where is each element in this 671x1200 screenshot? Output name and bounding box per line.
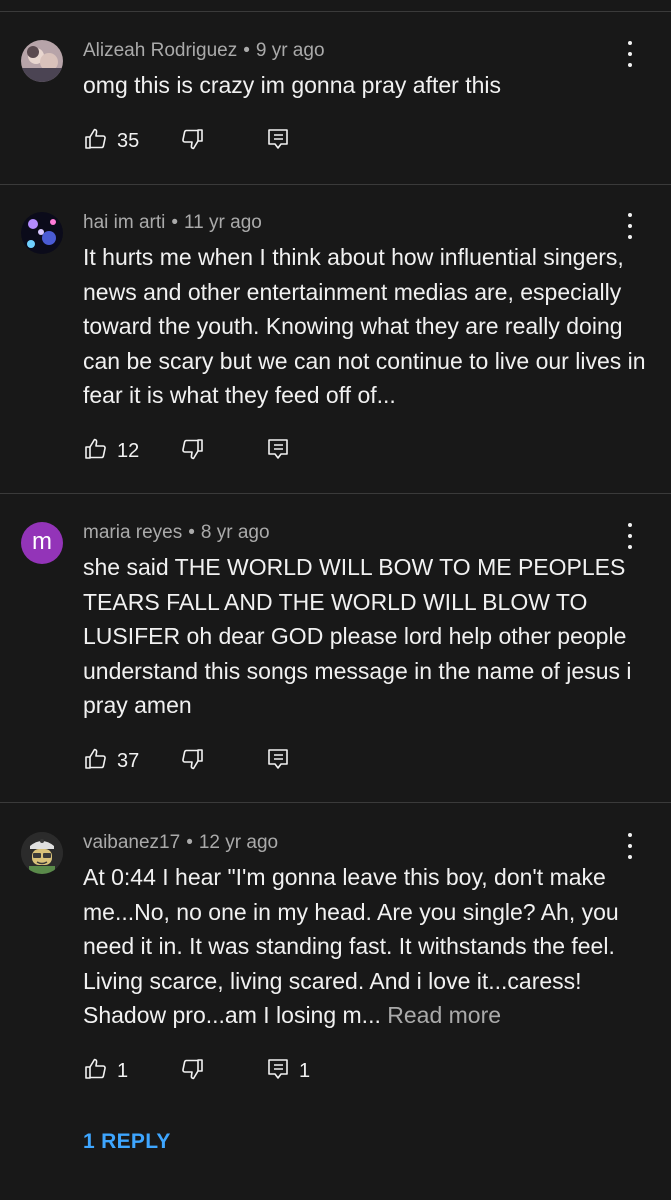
comment-meta: Alizeah Rodriguez • 9 yr ago	[83, 40, 325, 62]
like-button[interactable]: 37	[84, 746, 139, 776]
avatar[interactable]	[21, 832, 63, 874]
separator-dot: •	[243, 40, 250, 61]
comment-text: It hurts me when I think about how influ…	[83, 244, 646, 408]
dislike-button[interactable]	[180, 1056, 204, 1086]
comment-divider	[0, 493, 671, 494]
reply-icon	[266, 1057, 290, 1086]
reply-icon	[266, 127, 290, 156]
more-options-icon[interactable]	[620, 41, 640, 67]
reply-count: 1	[299, 1059, 311, 1082]
like-icon	[84, 747, 108, 776]
comment-text: she said THE WORLD WILL BOW TO ME PEOPLE…	[83, 554, 632, 718]
comment-actions: 12	[84, 436, 544, 466]
view-replies-link[interactable]: 1 REPLY	[83, 1130, 171, 1154]
reply-icon	[266, 437, 290, 466]
author-name[interactable]: maria reyes	[83, 522, 182, 543]
read-more-link[interactable]: Read more	[387, 1002, 501, 1028]
comment-divider	[0, 184, 671, 185]
like-button[interactable]: 1	[84, 1056, 128, 1086]
separator-dot: •	[186, 832, 193, 853]
like-button[interactable]: 35	[84, 126, 139, 156]
like-button[interactable]: 12	[84, 436, 139, 466]
timestamp: 12 yr ago	[198, 832, 279, 853]
dislike-icon	[180, 1057, 204, 1086]
dislike-icon	[180, 437, 204, 466]
comment-meta: hai im arti • 11 yr ago	[83, 212, 262, 234]
comment-meta: vaibanez17 • 12 yr ago	[83, 832, 278, 854]
comment-actions: 37	[84, 746, 544, 776]
like-count: 37	[117, 749, 140, 772]
dislike-icon	[180, 127, 204, 156]
avatar[interactable]	[21, 212, 63, 254]
reply-button[interactable]	[266, 436, 290, 466]
top-divider	[0, 11, 671, 12]
separator-dot: •	[188, 522, 195, 543]
dislike-icon	[180, 747, 204, 776]
comment-text: At 0:44 I hear "I'm gonna leave this boy…	[83, 860, 653, 1033]
like-icon	[84, 437, 108, 466]
more-options-icon[interactable]	[620, 213, 640, 239]
more-options-icon[interactable]	[620, 833, 640, 859]
like-count: 35	[117, 129, 140, 152]
dislike-button[interactable]	[180, 126, 204, 156]
reply-button[interactable]: 1	[266, 1056, 310, 1086]
comment-text-content: At 0:44 I hear "I'm gonna leave this boy…	[83, 864, 619, 1028]
comment-divider	[0, 802, 671, 803]
author-name[interactable]: vaibanez17	[83, 832, 180, 853]
timestamp: 9 yr ago	[255, 40, 325, 61]
avatar[interactable]	[21, 40, 63, 82]
timestamp: 8 yr ago	[200, 522, 270, 543]
avatar-letter: m	[32, 527, 52, 555]
comment-actions: 1 1	[84, 1056, 544, 1086]
more-options-icon[interactable]	[620, 523, 640, 549]
like-icon	[84, 1057, 108, 1086]
reply-button[interactable]	[266, 126, 290, 156]
avatar[interactable]: m	[21, 522, 63, 564]
comment-text: omg this is crazy im gonna pray after th…	[83, 72, 501, 98]
dislike-button[interactable]	[180, 436, 204, 466]
reply-button[interactable]	[266, 746, 290, 776]
comment-actions: 35	[84, 126, 544, 156]
comment-meta: maria reyes • 8 yr ago	[83, 522, 270, 544]
dislike-button[interactable]	[180, 746, 204, 776]
timestamp: 11 yr ago	[184, 212, 262, 233]
author-name[interactable]: hai im arti	[83, 212, 165, 233]
like-count: 12	[117, 439, 140, 462]
separator-dot: •	[171, 212, 179, 233]
reply-icon	[266, 747, 290, 776]
like-icon	[84, 127, 108, 156]
author-name[interactable]: Alizeah Rodriguez	[83, 40, 237, 61]
like-count: 1	[117, 1059, 129, 1082]
